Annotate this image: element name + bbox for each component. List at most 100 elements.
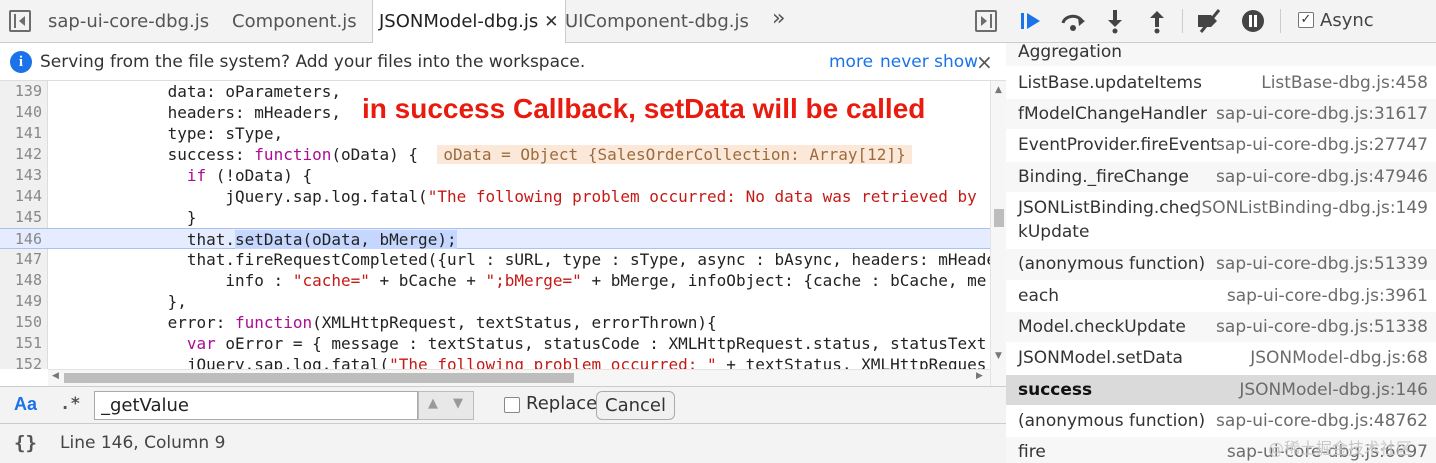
async-checkbox[interactable]: ✓ (1298, 12, 1314, 28)
line-number[interactable]: 149 (0, 291, 42, 312)
cursor-position: Line 146, Column 9 (60, 433, 226, 453)
inline-value-badge: oData = Object {SalesOrderCollection: Ar… (437, 145, 912, 164)
search-input[interactable] (94, 391, 418, 420)
match-case-toggle[interactable]: Aa (14, 394, 37, 415)
call-frame-function: Aggregation (1018, 43, 1123, 62)
cancel-button[interactable]: Cancel (596, 391, 675, 420)
tab-jsonmodel[interactable]: JSONModel-dbg.js ✕ (372, 0, 566, 44)
line-number[interactable]: 151 (0, 333, 42, 354)
workspace-infobar: i Serving from the file system? Add your… (0, 43, 1006, 81)
code-token: error: (52, 313, 236, 332)
code-line[interactable]: 147 that.fireRequestCompleted({url : sUR… (0, 249, 990, 270)
line-number[interactable]: 150 (0, 312, 42, 333)
tab-uicomponent[interactable]: UIComponent-dbg.js (565, 0, 749, 43)
horizontal-scrollbar[interactable]: ◀ ▶ (48, 369, 990, 386)
code-token: (XMLHttpRequest, textStatus, errorThrown… (312, 313, 717, 332)
code-token: jQuery.sap.log.fatal( (52, 355, 390, 369)
regex-toggle[interactable]: .* (60, 394, 80, 414)
close-tab-icon[interactable]: ✕ (544, 12, 558, 32)
toggle-debugger-icon[interactable] (975, 10, 997, 32)
search-next-icon[interactable]: ▼ (453, 396, 463, 411)
code-line[interactable]: 143 if (!oData) { (0, 165, 990, 186)
pretty-print-button[interactable]: {} (14, 432, 37, 454)
line-number[interactable]: 142 (0, 144, 42, 165)
call-frame-function: JSONListBinding.chec (1018, 198, 1200, 218)
call-frame[interactable]: JSONListBinding.chec kUpdate JSONListBindi… (1006, 193, 1436, 249)
call-frame-location[interactable]: ListBase-dbg.js:458 (1261, 72, 1428, 95)
line-number[interactable]: 141 (0, 123, 42, 144)
code-text: }, (52, 291, 187, 312)
code-line[interactable]: 141 type: sType, (0, 123, 990, 144)
never-show-link[interactable]: never show (880, 43, 978, 81)
call-frame-location[interactable]: sap-ui-core-dbg.js:51338 (1216, 316, 1428, 339)
scroll-thumb[interactable] (994, 209, 1004, 227)
call-frame-location[interactable]: sap-ui-core-dbg.js:31617 (1216, 103, 1428, 126)
step-out-icon[interactable] (1144, 8, 1170, 34)
code-line[interactable]: 148 info : "cache=" + bCache + ";bMerge=… (0, 270, 990, 291)
code-token: oError = { message : textStatus, statusC… (215, 334, 987, 353)
code-token: (!oData) { (206, 166, 313, 185)
call-frame[interactable]: fModelChangeHandler sap-ui-core-dbg.js:31… (1006, 99, 1436, 130)
call-frame-function: fModelChangeHandler (1018, 104, 1208, 124)
close-infobar-icon[interactable]: × (976, 43, 993, 81)
call-frame[interactable]: (anonymous function) sap-ui-core-dbg.js:4… (1006, 406, 1436, 437)
deactivate-breakpoints-icon[interactable] (1196, 8, 1222, 34)
tab-sap-ui-core[interactable]: sap-ui-core-dbg.js (48, 0, 209, 43)
call-frame[interactable]: ListBase.updateItems ListBase-dbg.js:458 (1006, 68, 1436, 99)
more-tabs-icon[interactable]: » (772, 6, 785, 31)
call-frame[interactable]: JSONModel.setData JSONModel-dbg.js:68 (1006, 343, 1436, 375)
line-number[interactable]: 146 (0, 229, 42, 250)
scroll-thumb[interactable] (64, 373, 574, 383)
line-number[interactable]: 147 (0, 249, 42, 270)
line-number[interactable]: 148 (0, 270, 42, 291)
more-link[interactable]: more (829, 43, 873, 81)
call-frame[interactable]: each sap-ui-core-dbg.js:3961 (1006, 281, 1436, 312)
call-frame[interactable]: Binding._fireChange sap-ui-core-dbg.js:47… (1006, 162, 1436, 193)
call-frame-location[interactable]: sap-ui-core-dbg.js:27747 (1216, 134, 1428, 157)
annotation-text: in success Callback, setData will be cal… (362, 93, 926, 124)
line-number[interactable]: 152 (0, 354, 42, 369)
line-number[interactable]: 143 (0, 165, 42, 186)
code-text: success: function(oData) { oData = Objec… (52, 144, 912, 165)
call-frame-location[interactable]: sap-ui-core-dbg.js:48762 (1216, 410, 1428, 433)
call-frame-location[interactable]: sap-ui-core-dbg.js:51339 (1216, 253, 1428, 276)
code-line[interactable]: 149 }, (0, 291, 990, 312)
search-nav: ▲ ▼ (418, 391, 474, 420)
call-frame-location[interactable]: JSONModel-dbg.js:146 (1239, 379, 1428, 402)
tab-component[interactable]: Component.js (232, 0, 357, 43)
vertical-scrollbar[interactable]: ▲ ▼ (990, 81, 1006, 386)
call-frame-location[interactable]: sap-ui-core-dbg.js:47946 (1216, 166, 1428, 189)
code-line[interactable]: 146 that.setData(oData, bMerge); (0, 228, 990, 249)
call-frame-location[interactable]: sap-ui-core-dbg.js:3961 (1227, 285, 1428, 308)
toggle-navigator-icon[interactable] (9, 10, 31, 32)
step-into-icon[interactable] (1102, 8, 1128, 34)
line-number[interactable]: 140 (0, 102, 42, 123)
replace-checkbox[interactable] (504, 397, 520, 413)
call-frame-location[interactable]: JSONListBinding-dbg.js:149 (1196, 197, 1428, 220)
pause-on-exceptions-icon[interactable] (1240, 8, 1266, 34)
call-frame-function: Model.checkUpdate (1018, 317, 1186, 337)
code-line[interactable]: 152 jQuery.sap.log.fatal("The following … (0, 354, 990, 369)
code-line[interactable]: 144 jQuery.sap.log.fatal("The following … (0, 186, 990, 207)
async-label: Async (1320, 10, 1374, 31)
call-frame[interactable]: EventProvider.fireEvent sap-ui-core-dbg.j… (1006, 130, 1436, 162)
call-frame[interactable]: Aggregation (1006, 43, 1436, 67)
code-line[interactable]: 145 } (0, 207, 990, 228)
call-frame[interactable]: Model.checkUpdate sap-ui-core-dbg.js:5133… (1006, 312, 1436, 343)
code-text: if (!oData) { (52, 165, 312, 186)
search-prev-icon[interactable]: ▲ (428, 396, 438, 411)
code-text: info : "cache=" + bCache + ";bMerge=" + … (52, 270, 986, 291)
code-line[interactable]: 151 var oError = { message : textStatus,… (0, 333, 990, 354)
call-frame[interactable]: success JSONModel-dbg.js:146 (1006, 375, 1436, 406)
call-frame[interactable]: (anonymous function) sap-ui-core-dbg.js:5… (1006, 249, 1436, 281)
call-frame-location[interactable]: JSONModel-dbg.js:68 (1250, 347, 1428, 370)
resume-icon[interactable] (1018, 8, 1044, 34)
code-token: that.fireRequestCompleted({url : sURL, t… (52, 250, 990, 269)
line-number[interactable]: 139 (0, 81, 42, 102)
code-token: + textStatus, XMLHttpReques (716, 355, 987, 369)
line-number[interactable]: 144 (0, 186, 42, 207)
code-line[interactable]: 142 success: function(oData) { oData = O… (0, 144, 990, 165)
step-over-icon[interactable] (1060, 8, 1086, 34)
line-number[interactable]: 145 (0, 207, 42, 228)
code-line[interactable]: 150 error: function(XMLHttpRequest, text… (0, 312, 990, 333)
